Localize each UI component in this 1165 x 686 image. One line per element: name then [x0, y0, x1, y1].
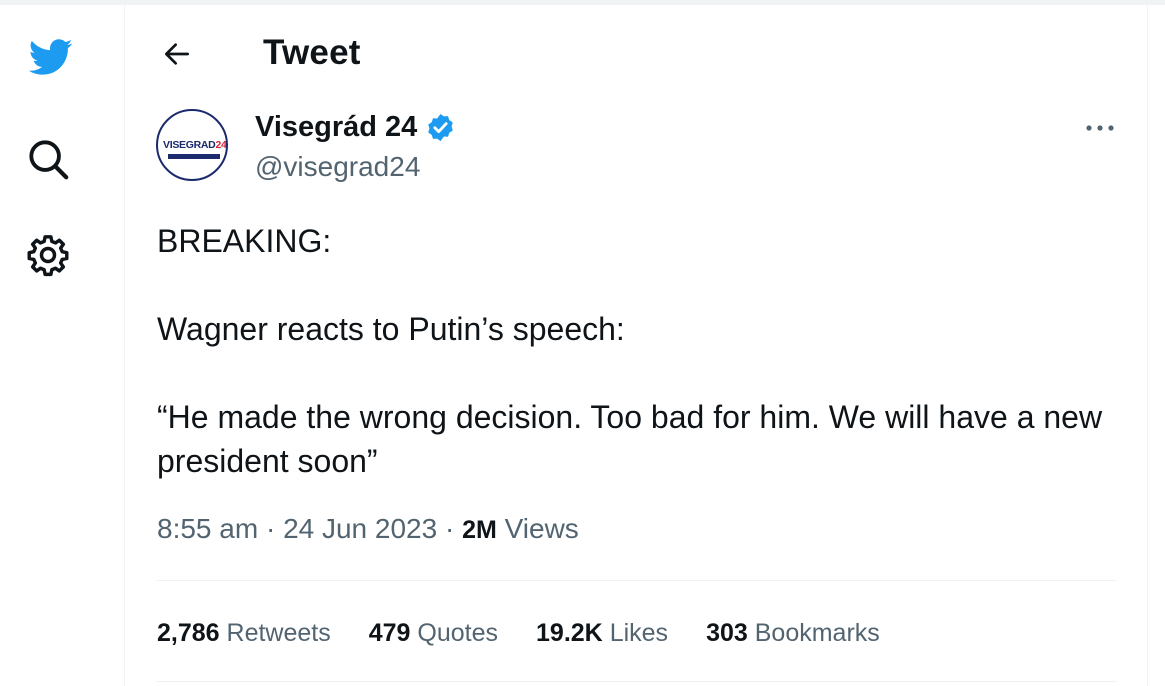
- avatar-logo-bar: [168, 154, 220, 159]
- avatar-logo-text: VISEGRAD24: [163, 139, 227, 151]
- tweet-timestamp[interactable]: 8:55 am · 24 Jun 2023: [157, 513, 437, 544]
- quotes-stat[interactable]: 479 Quotes: [369, 619, 498, 648]
- twitter-home-logo[interactable]: [20, 31, 80, 83]
- bookmarks-stat[interactable]: 303 Bookmarks: [706, 619, 880, 648]
- gear-icon: [27, 235, 69, 277]
- views-label: Views: [504, 513, 579, 544]
- verified-badge-icon: [428, 113, 454, 142]
- tweet-text-line: BREAKING:: [157, 223, 332, 259]
- avatar[interactable]: VISEGRAD24: [156, 109, 228, 181]
- tweet-text-line: Wagner reacts to Putin’s speech:: [157, 311, 625, 347]
- likes-stat[interactable]: 19.2K Likes: [536, 619, 668, 648]
- back-button[interactable]: [157, 35, 197, 73]
- divider: [156, 580, 1117, 581]
- arrow-left-icon: [165, 43, 189, 65]
- author-display-name: Visegrád 24: [255, 111, 418, 143]
- divider: [156, 681, 1117, 682]
- tweet-text-line: “He made the wrong decision. Too bad for…: [157, 399, 1103, 479]
- author-handle[interactable]: @visegrad24: [255, 151, 420, 183]
- retweets-stat[interactable]: 2,786 Retweets: [157, 619, 331, 648]
- left-nav-rail: [0, 5, 124, 686]
- settings-button[interactable]: [22, 229, 74, 281]
- more-horizontal-icon: [1086, 125, 1114, 131]
- tweet-detail-column: Tweet VISEGRAD24 Visegrád 24 @visegrad24…: [124, 5, 1148, 686]
- twitter-bird-icon: [28, 39, 73, 75]
- search-button[interactable]: [22, 133, 74, 185]
- tweet-text: BREAKING: Wagner reacts to Putin’s speec…: [157, 219, 1107, 483]
- page-title: Tweet: [263, 33, 361, 72]
- views-count: 2M: [462, 516, 497, 544]
- search-icon: [29, 140, 69, 180]
- more-options-button[interactable]: [1080, 113, 1120, 143]
- engagement-stats: 2,786 Retweets 479 Quotes 19.2K Likes 30…: [157, 619, 918, 648]
- tweet-meta: 8:55 am · 24 Jun 2023 · 2M Views: [157, 513, 579, 544]
- author-name-link[interactable]: Visegrád 24: [255, 111, 456, 144]
